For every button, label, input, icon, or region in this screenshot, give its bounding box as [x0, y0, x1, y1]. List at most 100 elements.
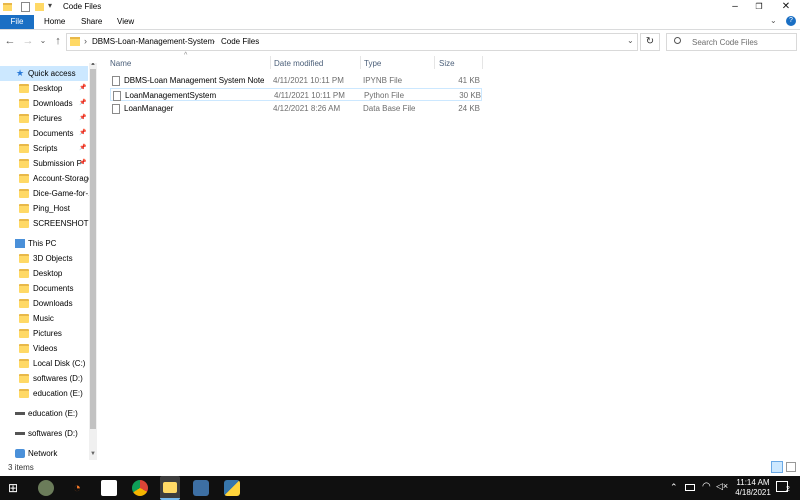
- file-row[interactable]: DBMS-Loan Management System Noteb... 4/11…: [110, 74, 482, 87]
- column-divider[interactable]: [434, 56, 435, 69]
- clock-date[interactable]: 4/18/2021: [733, 488, 773, 497]
- column-type[interactable]: Type: [364, 58, 381, 70]
- drive-icon: [15, 412, 25, 415]
- sidebar-item-pc-8[interactable]: softwares (D:): [0, 371, 100, 386]
- sidebar-item-quick-1[interactable]: Downloads 📌: [0, 96, 100, 111]
- close-button[interactable]: ✕: [768, 0, 800, 14]
- sidebar-item-quick-7[interactable]: Dice-Game-for-...: [0, 186, 100, 201]
- column-name[interactable]: Name: [110, 58, 131, 70]
- sidebar-item-pc-4[interactable]: Music: [0, 311, 100, 326]
- sidebar-item-quick-8[interactable]: Ping_Host: [0, 201, 100, 216]
- search-box[interactable]: Search Code Files: [666, 33, 797, 51]
- back-arrow-icon[interactable]: ←: [3, 34, 17, 48]
- breadcrumb-parent[interactable]: DBMS-Loan-Management-System: [92, 37, 214, 46]
- file-name: DBMS-Loan Management System Noteb...: [124, 76, 264, 85]
- new-folder-icon[interactable]: [35, 3, 44, 11]
- pin-icon[interactable]: 📌: [79, 156, 86, 171]
- jupyter-icon[interactable]: ◔: [69, 480, 85, 496]
- nav-drive-softwares[interactable]: softwares (D:): [0, 426, 100, 441]
- sidebar-item-quick-0[interactable]: Desktop 📌: [0, 81, 100, 96]
- folder-icon: [19, 99, 29, 108]
- start-icon[interactable]: ⊞: [8, 480, 24, 496]
- sidebar-item-pc-6[interactable]: Videos: [0, 341, 100, 356]
- sidebar-item-label: Local Disk (C:): [33, 359, 86, 368]
- address-bar[interactable]: › DBMS-Loan-Management-System › Code Fil…: [66, 33, 638, 51]
- sidebar-item-pc-9[interactable]: education (E:): [0, 386, 100, 401]
- properties-icon[interactable]: [21, 2, 30, 12]
- expand-ribbon-icon[interactable]: ⌄: [770, 16, 777, 25]
- file-row[interactable]: LoanManager 4/12/2021 8:26 AM Data Base Fi…: [110, 102, 482, 115]
- sidebar-item-quick-2[interactable]: Pictures 📌: [0, 111, 100, 126]
- up-arrow-icon[interactable]: ↑: [51, 34, 65, 48]
- sidebar-item-label: Documents: [33, 129, 74, 138]
- sidebar-item-pc-5[interactable]: Pictures: [0, 326, 100, 341]
- acrobat-icon[interactable]: [101, 480, 117, 496]
- chevron-up-icon[interactable]: ⌃: [670, 482, 678, 493]
- pin-icon[interactable]: 📌: [79, 111, 86, 126]
- file-size: 24 KB: [458, 104, 480, 113]
- python-idle-icon[interactable]: [193, 480, 209, 496]
- nav-this-pc[interactable]: This PC: [0, 236, 100, 251]
- sidebar-item-label: SCREENSHOTS: [33, 219, 94, 228]
- pin-icon[interactable]: 📌: [79, 81, 86, 96]
- tab-share[interactable]: Share: [75, 15, 108, 29]
- scrollbar-thumb[interactable]: [90, 69, 96, 429]
- refresh-button[interactable]: ↻: [640, 33, 660, 51]
- sidebar-item-pc-2[interactable]: Documents: [0, 281, 100, 296]
- sidebar-item-pc-0[interactable]: 3D Objects: [0, 251, 100, 266]
- large-icons-view-icon[interactable]: [786, 462, 796, 472]
- column-divider[interactable]: [482, 56, 483, 69]
- sidebar-item-pc-7[interactable]: Local Disk (C:): [0, 356, 100, 371]
- scroll-down-icon[interactable]: ▼: [90, 451, 96, 457]
- column-size[interactable]: Size: [439, 58, 455, 70]
- sidebar-item-pc-3[interactable]: Downloads: [0, 296, 100, 311]
- nav-network[interactable]: Network: [0, 446, 100, 460]
- sidebar-item-quick-9[interactable]: SCREENSHOTS: [0, 216, 100, 231]
- details-view-icon[interactable]: [771, 461, 783, 473]
- tab-file[interactable]: File: [0, 15, 34, 29]
- pin-icon[interactable]: 📌: [79, 126, 86, 141]
- sidebar-item-label: Scripts: [33, 144, 58, 153]
- column-date-modified[interactable]: Date modified: [274, 58, 323, 70]
- search-input[interactable]: Search Code Files: [692, 38, 758, 47]
- wifi-icon[interactable]: ◠: [702, 481, 711, 492]
- file-row[interactable]: LoanManagementSystem 4/11/2021 10:11 PM Py…: [110, 88, 482, 101]
- pin-icon[interactable]: 📌: [79, 96, 86, 111]
- sidebar-item-quick-3[interactable]: Documents 📌: [0, 126, 100, 141]
- forward-arrow-icon[interactable]: →: [21, 34, 35, 48]
- title-bar: ▾ Code Files – ❐ ✕: [0, 0, 800, 14]
- sidebar-item-quick-5[interactable]: Submission P 📌: [0, 156, 100, 171]
- help-icon[interactable]: ?: [786, 16, 796, 26]
- file-name: LoanManagementSystem: [125, 91, 217, 100]
- python-icon[interactable]: [224, 480, 240, 496]
- column-divider[interactable]: [360, 56, 361, 69]
- volume-icon[interactable]: ◁×: [716, 481, 728, 492]
- column-divider[interactable]: [270, 56, 271, 69]
- nav-quick-access[interactable]: ★ Quick access: [0, 66, 88, 81]
- customize-toolbar-icon[interactable]: ▾: [48, 1, 52, 10]
- chrome-icon[interactable]: [132, 480, 148, 496]
- tab-home[interactable]: Home: [38, 15, 71, 29]
- chevron-down-icon[interactable]: ⌄: [627, 36, 634, 45]
- folder-icon: [19, 84, 29, 93]
- folder-icon: [19, 114, 29, 123]
- file-list: DBMS-Loan Management System Noteb... 4/11…: [100, 70, 800, 460]
- sidebar-item-quick-4[interactable]: Scripts 📌: [0, 141, 100, 156]
- chevron-right-icon[interactable]: ›: [212, 36, 215, 46]
- scroll-up-icon[interactable]: ▲: [90, 63, 96, 67]
- pin-icon[interactable]: 📌: [79, 141, 86, 156]
- notebook-file-icon: [112, 76, 120, 86]
- sidebar-item-quick-6[interactable]: Account-Storage: [0, 171, 100, 186]
- sidebar-item-label: Downloads: [33, 299, 73, 308]
- breadcrumb-current[interactable]: Code Files: [221, 37, 259, 46]
- sidebar-item-pc-1[interactable]: Desktop: [0, 266, 100, 281]
- clock-time[interactable]: 11:14 AM: [736, 478, 770, 487]
- task-view-icon[interactable]: [38, 480, 54, 496]
- nav-drive-education[interactable]: education (E:): [0, 406, 100, 421]
- tab-view[interactable]: View: [111, 15, 140, 29]
- sidebar-item-label: Account-Storage: [33, 174, 93, 183]
- chevron-right-icon[interactable]: ›: [84, 36, 87, 46]
- display-icon[interactable]: [685, 484, 695, 491]
- recent-locations-icon[interactable]: ⌄: [36, 34, 50, 48]
- nav-scrollbar[interactable]: ▲ ▼: [89, 63, 97, 460]
